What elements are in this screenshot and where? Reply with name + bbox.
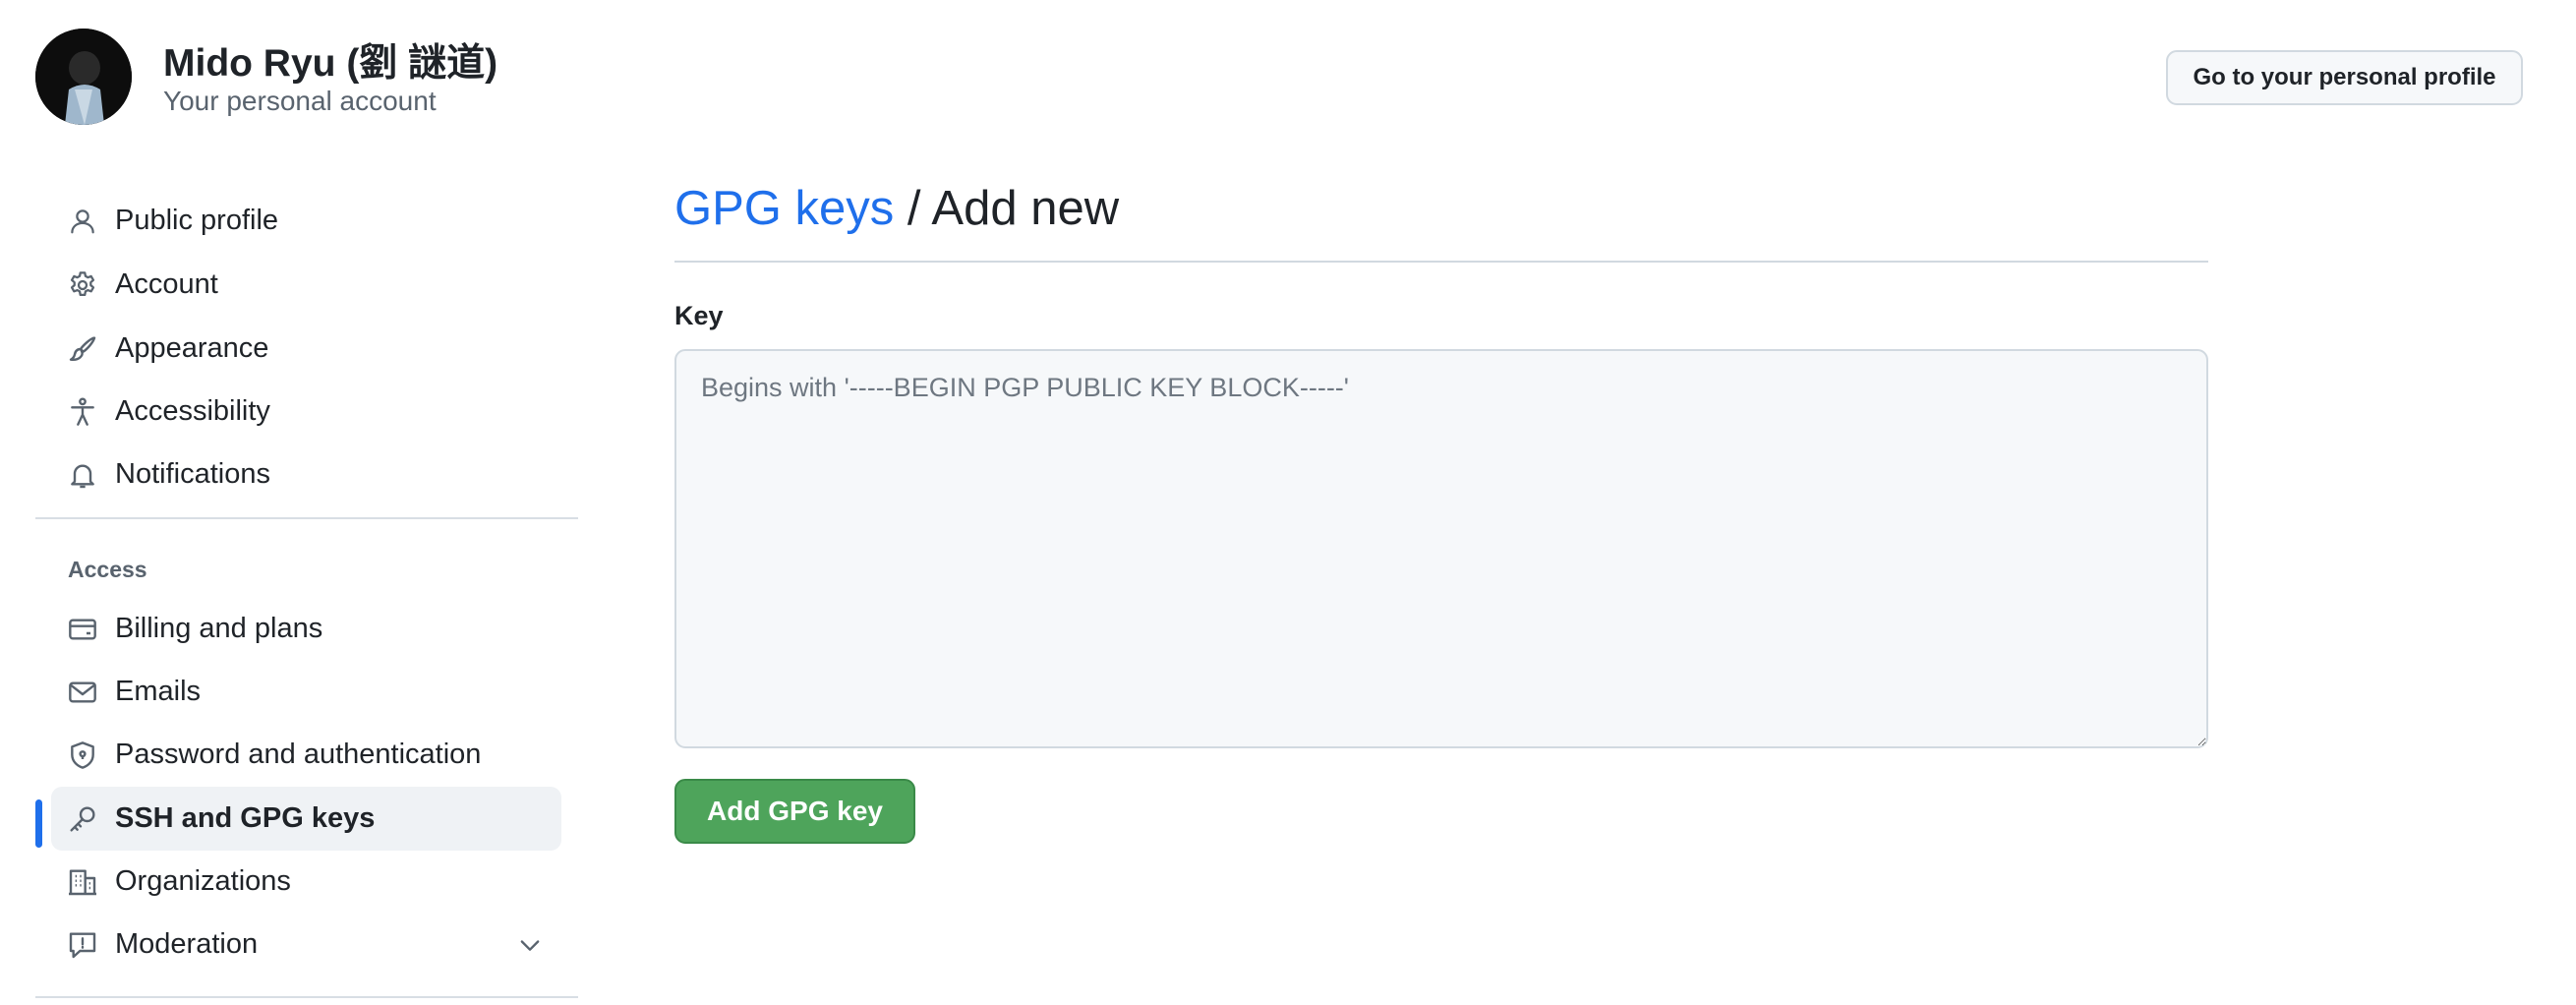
sidebar-item-password-authentication[interactable]: Password and authentication	[51, 723, 561, 787]
sidebar-item-notifications[interactable]: Notifications	[51, 443, 561, 506]
key-icon	[66, 802, 99, 836]
paintbrush-icon	[66, 332, 99, 366]
sidebar-item-label: Appearance	[115, 332, 269, 364]
account-subtitle: Your personal account	[163, 86, 437, 116]
organization-icon	[66, 865, 99, 899]
active-indicator	[35, 799, 42, 848]
title-divider	[674, 261, 2208, 263]
sidebar-item-moderation[interactable]: Moderation	[51, 913, 561, 976]
sidebar-item-label: Accessibility	[115, 395, 270, 427]
sidebar-section-access: Access	[68, 557, 147, 582]
sidebar-item-label: Account	[115, 268, 218, 300]
sidebar-item-ssh-gpg-keys[interactable]: SSH and GPG keys	[51, 787, 561, 851]
key-textarea[interactable]	[674, 349, 2208, 748]
avatar[interactable]	[35, 29, 132, 125]
sidebar-item-emails[interactable]: Emails	[51, 660, 561, 724]
sidebar-item-label: Emails	[115, 676, 202, 707]
sidebar-item-label: Public profile	[115, 205, 279, 236]
mail-icon	[66, 676, 99, 709]
shield-lock-icon	[66, 739, 99, 772]
go-to-profile-button[interactable]: Go to your personal profile	[2166, 50, 2523, 105]
sidebar-item-billing[interactable]: Billing and plans	[51, 597, 561, 661]
sidebar-item-accessibility[interactable]: Accessibility	[51, 380, 561, 443]
gear-icon	[66, 268, 99, 302]
sidebar-item-label: Moderation	[115, 928, 259, 960]
sidebar-item-organizations[interactable]: Organizations	[51, 850, 561, 914]
sidebar-item-label: Organizations	[115, 865, 291, 897]
breadcrumb-current: Add new	[931, 182, 1120, 235]
chevron-down-icon[interactable]	[516, 931, 544, 959]
sidebar-item-public-profile[interactable]: Public profile	[51, 189, 561, 253]
breadcrumb-gpg-keys-link[interactable]: GPG keys	[674, 182, 894, 235]
sidebar-item-label: Password and authentication	[115, 739, 482, 770]
account-name: Mido Ryu (劉 謎道)	[163, 42, 498, 85]
key-label: Key	[674, 301, 724, 330]
accessibility-icon	[66, 395, 99, 429]
report-icon	[66, 928, 99, 962]
person-icon	[66, 205, 99, 238]
sidebar-item-appearance[interactable]: Appearance	[51, 317, 561, 381]
credit-card-icon	[66, 613, 99, 646]
sidebar-item-label: Billing and plans	[115, 613, 323, 644]
breadcrumb-separator: /	[894, 182, 932, 235]
sidebar-item-label: SSH and GPG keys	[115, 802, 376, 834]
sidebar-item-account[interactable]: Account	[51, 253, 561, 317]
sidebar-divider	[35, 517, 578, 519]
page-title: GPG keys / Add new	[674, 181, 1119, 236]
bell-icon	[66, 458, 99, 492]
sidebar-item-label: Notifications	[115, 458, 270, 490]
sidebar-divider	[35, 996, 578, 998]
add-gpg-key-button[interactable]: Add GPG key	[674, 779, 915, 844]
